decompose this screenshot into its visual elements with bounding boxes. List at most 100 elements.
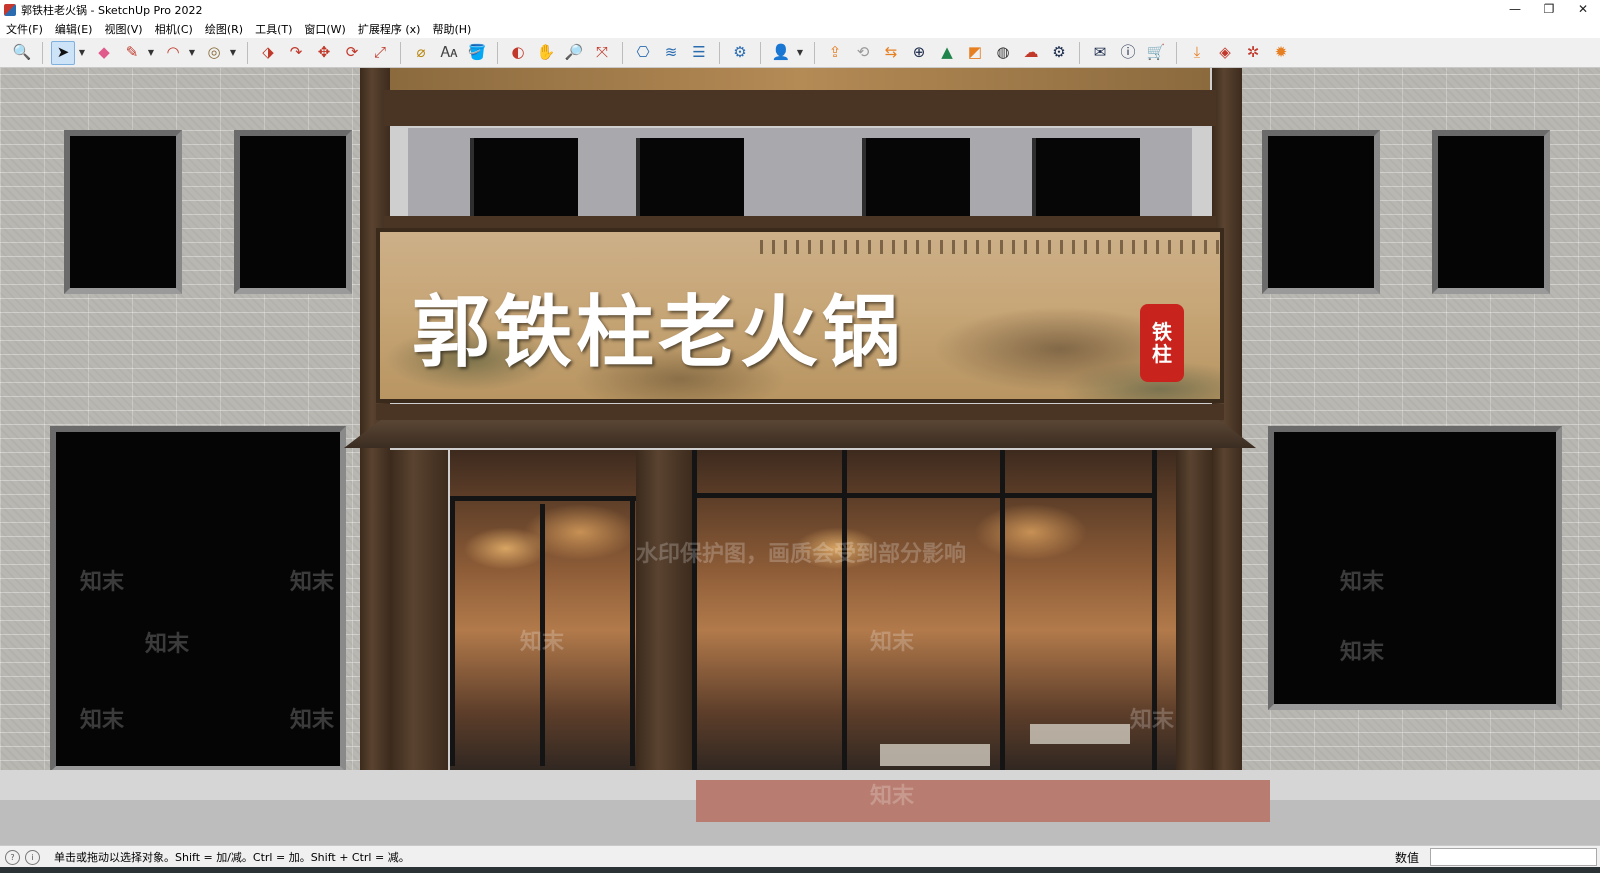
door-frame-right [630,496,635,766]
refresh-icon[interactable]: ⟲ [851,41,875,65]
entrance-middle-post [636,450,692,780]
geo-location-icon[interactable]: ? [5,849,20,865]
sign-bottom-beam [376,404,1224,420]
menu-draw[interactable]: 绘图(R) [199,21,249,37]
glass-mullion-2 [842,450,847,780]
status-bar: ? i 单击或拖动以选择对象。Shift = 加/减。Ctrl = 加。Shif… [0,845,1600,868]
measurements-input[interactable] [1430,848,1597,866]
pan-hand-icon[interactable]: ✋ [534,41,558,65]
extension-manager-icon[interactable]: ⚙ [728,41,752,65]
text-label-icon[interactable]: 🗛 [437,41,461,65]
entrance-right-post [1176,450,1212,780]
plugin-tools-icon[interactable]: ✲ [1241,41,1265,65]
plugin-layers-icon[interactable]: ◈ [1213,41,1237,65]
scale-icon[interactable]: ⤢ [368,41,392,65]
sketchup-logo-icon [4,4,16,16]
toolbar-separator [1079,41,1080,64]
status-message: 单击或拖动以选择对象。Shift = 加/减。Ctrl = 加。Shift + … [54,851,410,864]
cloud-upload-icon[interactable]: ☁ [1019,41,1043,65]
arc-dropdown-icon[interactable]: ▼ [187,48,197,57]
toolbar-separator [497,41,498,64]
eraser-icon[interactable]: ◆ [92,41,116,65]
plugin-swap-icon[interactable]: ⇆ [879,41,903,65]
tree-icon[interactable]: ▲ [935,41,959,65]
plugin-export-icon[interactable]: ⇪ [823,41,847,65]
close-button[interactable]: ✕ [1566,0,1600,20]
window-lower-left [50,426,346,772]
minimize-button[interactable]: — [1498,0,1532,20]
layers-icon[interactable]: ☰ [687,41,711,65]
mail-icon[interactable]: ✉ [1088,41,1112,65]
top-painted-band [390,68,1210,90]
arc-icon[interactable]: ◠ [161,41,185,65]
menu-tools[interactable]: 工具(T) [249,21,298,37]
menu-bar: 文件(F) 编辑(E) 视图(V) 相机(C) 绘图(R) 工具(T) 窗口(W… [0,20,1600,38]
account-dropdown-icon[interactable]: ▼ [795,48,805,57]
info-icon[interactable]: ⓘ [1116,41,1140,65]
menu-extensions[interactable]: 扩展程序 (x) [352,21,427,37]
window-lower-right [1268,426,1562,710]
glass-mullion-1 [692,450,697,780]
account-user-icon[interactable]: 👤 [769,41,793,65]
toolbar-separator [247,41,248,64]
toolbar-separator [814,41,815,64]
pencil-line-icon[interactable]: ✎ [120,41,144,65]
menu-view[interactable]: 视图(V) [98,21,148,37]
zoom-icon[interactable]: 🔎 [562,41,586,65]
toolbar-separator [622,41,623,64]
checker-sphere-icon[interactable]: ◍ [991,41,1015,65]
shape-circle-icon[interactable]: ◎ [202,41,226,65]
extension-warehouse-icon[interactable]: ≋ [659,41,683,65]
model-viewport[interactable]: 郭铁柱老火锅 铁 柱 水印保护图，画质会受到部分影响 知末 知末 知末 知末 知… [0,68,1600,845]
menu-help[interactable]: 帮助(H) [426,21,477,37]
shape-dropdown-icon[interactable]: ▼ [228,48,238,57]
warehouse-icon[interactable]: ⎔ [631,41,655,65]
sign-top-beam [384,216,1216,228]
rotate-icon[interactable]: ⟳ [340,41,364,65]
cart-icon[interactable]: 🛒 [1144,41,1168,65]
menu-camera[interactable]: 相机(C) [149,21,199,37]
toolbar-separator [719,41,720,64]
entrance-step [696,780,1270,822]
follow-me-icon[interactable]: ↷ [284,41,308,65]
menu-window[interactable]: 窗口(W) [298,21,351,37]
menu-edit[interactable]: 编辑(E) [49,21,99,37]
select-tool-icon[interactable]: ➤ [51,40,75,65]
entrance-floor-mat [1030,724,1130,744]
seal-char-top: 铁 [1152,320,1172,344]
zoom-extents-icon[interactable]: 🔍 [10,41,34,65]
glass-mullion-3 [1000,450,1005,780]
upper-floor-window-2 [636,138,744,216]
add-circle-icon[interactable]: ⊕ [907,41,931,65]
plugin-render-icon[interactable]: ◩ [963,41,987,65]
toolbar-separator [1176,41,1177,64]
toolbar-separator [400,41,401,64]
window-upper-right-1 [1262,130,1380,294]
move-icon[interactable]: ✥ [312,41,336,65]
window-upper-right-2 [1432,130,1550,294]
restore-button[interactable]: ❐ [1532,0,1566,20]
push-pull-icon[interactable]: ⬗ [256,41,280,65]
paint-bucket-icon[interactable]: 🪣 [465,41,489,65]
plugin-download-icon[interactable]: ⤓ [1185,41,1209,65]
door-frame-top [450,496,636,501]
upper-floor-window-4 [1032,138,1140,216]
window-title: 郭铁柱老火锅 - SketchUp Pro 2022 [21,4,203,17]
upper-floor-window-3 [862,138,970,216]
zoom-window-icon[interactable]: ⤧ [590,41,614,65]
settings-gears-icon[interactable]: ⚙ [1047,41,1071,65]
glass-mullion-4 [1152,450,1157,780]
window-controls: — ❐ ✕ [1498,0,1600,20]
entrance-awning [344,420,1256,448]
window-upper-left-2 [234,130,352,294]
orbit-icon[interactable]: ◐ [506,41,530,65]
credits-info-icon[interactable]: i [25,849,40,865]
line-dropdown-icon[interactable]: ▼ [146,48,156,57]
tape-measure-icon[interactable]: ⌀ [409,41,433,65]
plugin-settings-icon[interactable]: ✹ [1269,41,1293,65]
shop-name: 郭铁柱老火锅 [412,287,905,378]
menu-file[interactable]: 文件(F) [0,21,49,37]
select-dropdown-icon[interactable]: ▼ [77,48,87,57]
seal-char-bottom: 柱 [1152,342,1172,366]
red-seal-stamp: 铁 柱 [1140,304,1184,382]
